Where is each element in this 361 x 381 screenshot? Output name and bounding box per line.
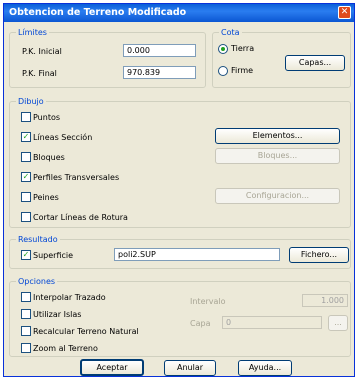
- firme-label: Firme: [231, 66, 254, 75]
- interpolar-trazado-label: Interpolar Trazado: [33, 293, 106, 302]
- zoom-terreno-checkbox[interactable]: [21, 343, 31, 353]
- dialog-window: Obtencion de Terreno Modificado ✕ Límite…: [3, 3, 355, 377]
- bloques-button[interactable]: Bloques...: [215, 148, 340, 164]
- limites-group: Límites P.K. Inicial 0.000 P.K. Final 97…: [9, 27, 206, 88]
- recalcular-terreno-label: Recalcular Terreno Natural: [33, 327, 139, 336]
- close-button[interactable]: ✕: [338, 6, 351, 19]
- fichero-button[interactable]: Fichero...: [289, 247, 349, 263]
- intervalo-label: Intervalo: [190, 297, 226, 306]
- opciones-legend: Opciones: [16, 276, 58, 287]
- anular-button[interactable]: Anular: [164, 360, 216, 376]
- tierra-label: Tierra: [231, 44, 255, 53]
- window-title: Obtencion de Terreno Modificado: [9, 7, 187, 18]
- puntos-label: Puntos: [33, 113, 61, 122]
- zoom-terreno-label: Zoom al Terreno: [33, 344, 98, 353]
- radio-dot-icon: [221, 47, 225, 51]
- pk-inicial-label: P.K. Inicial: [22, 47, 62, 56]
- cota-legend: Cota: [219, 27, 242, 38]
- puntos-checkbox[interactable]: [21, 112, 31, 122]
- capas-button[interactable]: Capas...: [285, 55, 345, 71]
- peines-label: Peines: [33, 193, 59, 202]
- close-icon: ✕: [340, 7, 349, 17]
- resultado-legend: Resultado: [16, 234, 60, 245]
- bloques-checkbox[interactable]: [21, 152, 31, 162]
- title-bar[interactable]: Obtencion de Terreno Modificado ✕: [4, 4, 354, 22]
- dibujo-group: Dibujo Puntos ✓ Líneas Sección Bloques ✓…: [9, 96, 351, 228]
- pk-final-input[interactable]: 970.839: [123, 66, 196, 79]
- cortar-lineas-label: Cortar Líneas de Rotura: [33, 213, 128, 222]
- cortar-lineas-checkbox[interactable]: [21, 212, 31, 222]
- capa-label: Capa: [190, 319, 211, 328]
- limites-legend: Límites: [16, 27, 49, 38]
- cota-group: Cota Tierra Firme Capas...: [212, 27, 351, 88]
- intervalo-input[interactable]: 1.000: [302, 294, 348, 307]
- tierra-radio[interactable]: [218, 44, 228, 54]
- utilizar-islas-checkbox[interactable]: [21, 309, 31, 319]
- check-icon: ✓: [22, 172, 30, 181]
- capa-browse-button[interactable]: ...: [328, 315, 348, 331]
- firme-radio[interactable]: [218, 66, 228, 76]
- pk-inicial-input[interactable]: 0.000: [123, 44, 196, 57]
- elementos-button[interactable]: Elementos...: [215, 128, 340, 144]
- perfiles-transversales-checkbox[interactable]: ✓: [21, 172, 31, 182]
- interpolar-trazado-checkbox[interactable]: [21, 292, 31, 302]
- opciones-group: Opciones Interpolar Trazado Utilizar Isl…: [9, 276, 351, 357]
- dibujo-legend: Dibujo: [16, 96, 46, 107]
- capa-input[interactable]: 0: [222, 316, 322, 329]
- superficie-checkbox[interactable]: ✓: [21, 250, 31, 260]
- lineas-seccion-checkbox[interactable]: ✓: [21, 132, 31, 142]
- perfiles-transversales-label: Perfiles Transversales: [33, 173, 120, 182]
- utilizar-islas-label: Utilizar Islas: [33, 310, 82, 319]
- ayuda-button[interactable]: Ayuda...: [238, 360, 292, 376]
- superficie-label: Superficie: [33, 251, 74, 260]
- superficie-input[interactable]: poli2.SUP: [114, 248, 280, 261]
- recalcular-terreno-checkbox[interactable]: [21, 326, 31, 336]
- resultado-group: Resultado ✓ Superficie poli2.SUP Fichero…: [9, 234, 351, 269]
- pk-final-label: P.K. Final: [22, 69, 57, 78]
- peines-checkbox[interactable]: [21, 192, 31, 202]
- aceptar-button[interactable]: Aceptar: [80, 359, 144, 376]
- check-icon: ✓: [22, 250, 30, 259]
- configuracion-button[interactable]: Configuracion...: [215, 188, 340, 204]
- lineas-seccion-label: Líneas Sección: [33, 133, 93, 142]
- check-icon: ✓: [22, 132, 30, 141]
- bloques-label: Bloques: [33, 153, 65, 162]
